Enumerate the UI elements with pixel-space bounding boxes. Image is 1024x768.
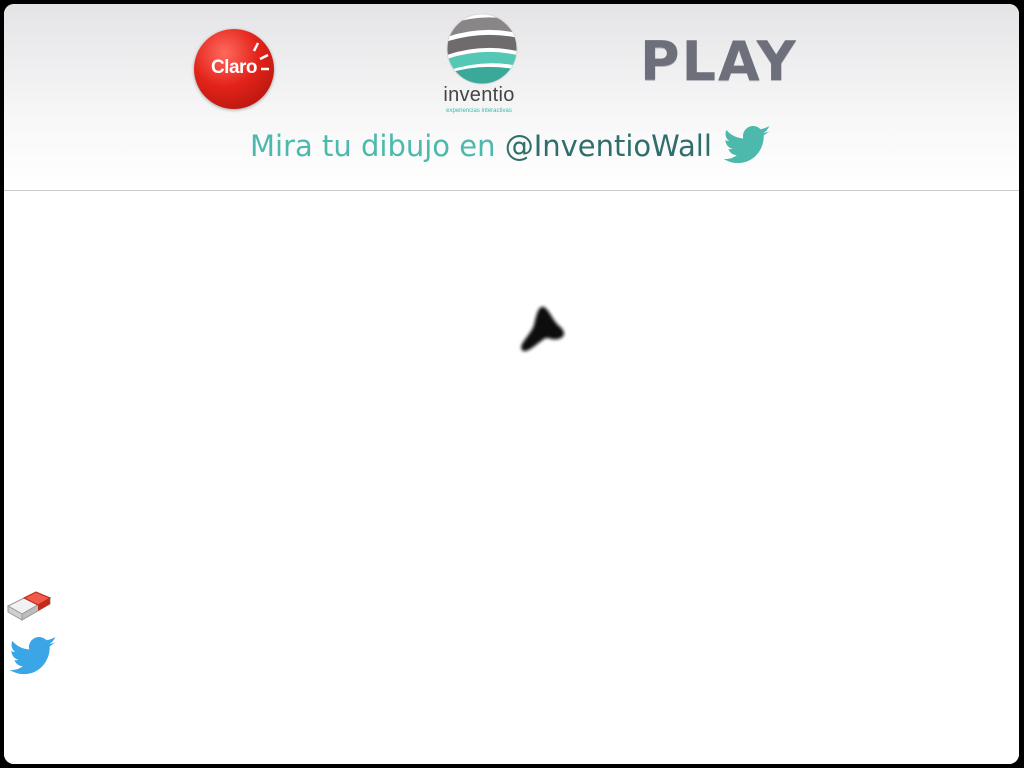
inventio-logo: inventio experiencias interactivas xyxy=(424,12,544,122)
claro-logo: Claro xyxy=(194,29,274,109)
tagline-prefix: Mira tu dibujo en xyxy=(250,129,505,163)
inventio-logo-text: inventio xyxy=(443,84,515,106)
twitter-tagline: Mira tu dibujo en @InventioWall xyxy=(4,126,1019,176)
drawing-canvas[interactable] xyxy=(4,191,1019,764)
eraser-button[interactable] xyxy=(6,586,52,622)
play-logo: PLAY xyxy=(640,32,796,92)
play-logo-text: PLAY xyxy=(640,30,798,93)
eraser-icon xyxy=(6,591,52,621)
inventio-globe-icon xyxy=(446,13,518,85)
twitter-icon xyxy=(9,637,58,675)
inventio-logo-tagline: experiencias interactivas xyxy=(446,108,512,114)
twitter-share-button[interactable] xyxy=(8,637,60,677)
claro-logo-text: Claro xyxy=(210,57,258,78)
twitter-bird-icon xyxy=(723,126,772,164)
header: Claro inventio experiencias interactivas xyxy=(4,4,1019,191)
drawn-ink-stroke xyxy=(521,306,564,352)
app-window: Claro inventio experiencias interactivas xyxy=(4,4,1019,764)
tagline-handle: @InventioWall xyxy=(504,129,712,163)
